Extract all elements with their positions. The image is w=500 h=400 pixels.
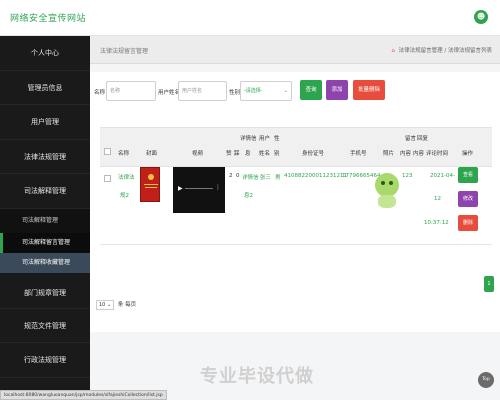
scroll-top-button[interactable]: Top <box>478 372 494 388</box>
col-gender: 性 <box>274 136 280 142</box>
sidebar-item-laws-management[interactable]: 法律法规管理 <box>0 140 90 174</box>
search-button[interactable]: 查询 <box>300 80 322 100</box>
sidebar-item-normative-documents[interactable]: 规范文件管理 <box>0 309 90 343</box>
col-message: 留言 <box>405 136 417 142</box>
site-title: 网络安全宣传网站 <box>10 14 87 24</box>
main-content: 法律法规留言管理 ⌂ 法律法规留言管理 / 法律法规留言列表 名称 名称 用户姓… <box>90 36 500 400</box>
gender-select[interactable]: -请选择- ⌄ <box>240 81 292 101</box>
status-url: localhost:8080/wangluoanquan/jsp/modules… <box>0 390 167 400</box>
play-icon[interactable]: ▶ <box>178 185 183 192</box>
table-row: 法律法 规2 ▶ ⋮ 2 0 详情信 息2 张三 男 4108822000112… <box>100 167 492 245</box>
cover-image <box>140 167 160 202</box>
col-user: 用户 <box>259 136 271 142</box>
row-reply: 12 <box>434 196 441 202</box>
row-time-line3: 10:37:12 <box>424 220 449 226</box>
col-photo: 照片 <box>383 151 395 157</box>
user-name-filter-label: 用户姓名 <box>158 90 181 96</box>
chevron-down-icon: ⌄ <box>283 88 288 94</box>
row-detail-line2: 息2 <box>244 193 253 199</box>
row-detail-line1: 详情信 <box>242 175 259 181</box>
delete-button[interactable]: 删除 <box>458 215 478 231</box>
col-detail-info-2: 息 <box>245 151 251 157</box>
sidebar-item-user-management[interactable]: 用户管理 <box>0 105 90 140</box>
breadcrumb-separator: / <box>444 48 447 54</box>
sidebar-item-judicial-interpretation[interactable]: 司法解释管理 <box>0 174 90 209</box>
person-icon[interactable]: ☻ <box>474 10 488 24</box>
page-size-select[interactable]: 10 ⌄ <box>96 300 115 310</box>
sidebar: 个人中心 管理员信息 用户管理 法律法规管理 司法解释管理 司法解释管理 司法解… <box>0 36 90 400</box>
row-name-line2: 规2 <box>120 193 129 199</box>
edit-button[interactable]: 修改 <box>458 191 478 207</box>
video-player[interactable]: ▶ ⋮ <box>173 167 225 213</box>
row-time-line1: 2021-04- <box>430 173 455 179</box>
name-filter-label: 名称 <box>94 90 106 96</box>
sidebar-subitem-interpretation-message[interactable]: 司法解释留言管理 <box>0 232 90 253</box>
col-actions: 操作 <box>462 151 474 157</box>
home-icon[interactable]: ⌂ <box>391 48 395 54</box>
col-gender-2: 别 <box>274 151 280 157</box>
view-button[interactable]: 查看 <box>458 167 478 183</box>
col-user-name: 姓名 <box>259 151 271 157</box>
breadcrumb-item-current: 法律法规留言列表 <box>447 48 492 54</box>
sidebar-subitem-interpretation[interactable]: 司法解释管理 <box>0 209 90 233</box>
col-video: 视频 <box>192 151 204 157</box>
col-likes: 赞 <box>226 151 232 157</box>
col-reply-content: 内容 <box>413 151 425 157</box>
more-options-icon[interactable]: ⋮ <box>215 184 221 191</box>
col-name: 名称 <box>118 151 130 157</box>
pagination-page-1[interactable]: 1 <box>484 276 494 292</box>
col-cover: 封面 <box>146 151 158 157</box>
batch-delete-button[interactable]: 批量删除 <box>353 80 385 100</box>
pagination-size: 10 ⌄ 条 每页 <box>96 300 136 310</box>
col-comment-time: 评论时间 <box>426 151 449 157</box>
data-table: 名称 封面 视频 赞 踩 详情信 息 用户 姓名 性 别 身份证号 手机号 照片… <box>100 127 492 245</box>
row-dislikes: 0 <box>236 173 240 179</box>
user-name-input[interactable]: 用户姓名 <box>178 81 227 101</box>
gender-filter-label: 性别 <box>229 90 241 96</box>
col-reply: 回复 <box>417 136 429 142</box>
sidebar-item-admin-regulations[interactable]: 行政法规管理 <box>0 343 90 378</box>
row-checkbox[interactable] <box>104 175 111 182</box>
breadcrumb: ⌂ 法律法规留言管理 / 法律法规留言列表 <box>391 46 492 54</box>
name-input[interactable]: 名称 <box>106 81 156 101</box>
add-button[interactable]: 添加 <box>326 80 348 100</box>
gender-select-value: -请选择- <box>244 88 263 94</box>
row-message: 123 <box>402 173 413 179</box>
list-panel: 名称 名称 用户姓名 用户姓名 性别 -请选择- ⌄ 查询 添加 批量删除 名称… <box>90 72 500 332</box>
select-all-checkbox[interactable] <box>104 148 111 155</box>
col-detail-info: 详情信 <box>240 136 257 142</box>
filter-bar: 名称 名称 用户姓名 用户姓名 性别 -请选择- ⌄ 查询 添加 批量删除 <box>94 80 494 110</box>
per-page-label: 条 每页 <box>117 302 137 308</box>
row-id-card: 410882200011231211 <box>284 173 347 179</box>
sidebar-item-admin-info[interactable]: 管理员信息 <box>0 71 90 105</box>
table-header: 名称 封面 视频 赞 踩 详情信 息 用户 姓名 性 别 身份证号 手机号 照片… <box>100 127 492 167</box>
sidebar-submenu: 司法解释管理 司法解释留言管理 司法解释收藏管理 <box>0 208 90 273</box>
col-id-card: 身份证号 <box>302 151 325 157</box>
sidebar-subitem-interpretation-collection[interactable]: 司法解释收藏管理 <box>0 252 90 273</box>
page-size-value: 10 <box>99 302 106 308</box>
row-user-name: 张三 <box>260 175 272 181</box>
sidebar-item-personal-center[interactable]: 个人中心 <box>0 36 90 71</box>
breadcrumb-item[interactable]: 法律法规留言管理 <box>399 48 443 54</box>
promo-banner: 专业毕设代做 <box>200 366 314 387</box>
row-likes: 2 <box>229 173 233 179</box>
col-phone: 手机号 <box>350 151 367 157</box>
top-header: 网络安全宣传网站 ☻ <box>0 0 500 36</box>
col-dislikes: 踩 <box>234 151 240 157</box>
sidebar-item-department-rules[interactable]: 部门规章管理 <box>0 277 90 309</box>
page-title: 法律法规留言管理 <box>100 48 149 55</box>
row-name-line1: 法律法 <box>118 175 135 181</box>
user-photo <box>372 171 402 209</box>
col-message-content: 内容 <box>400 151 412 157</box>
row-gender: 男 <box>275 175 281 181</box>
breadcrumb-bar: 法律法规留言管理 ⌂ 法律法规留言管理 / 法律法规留言列表 <box>90 36 500 64</box>
